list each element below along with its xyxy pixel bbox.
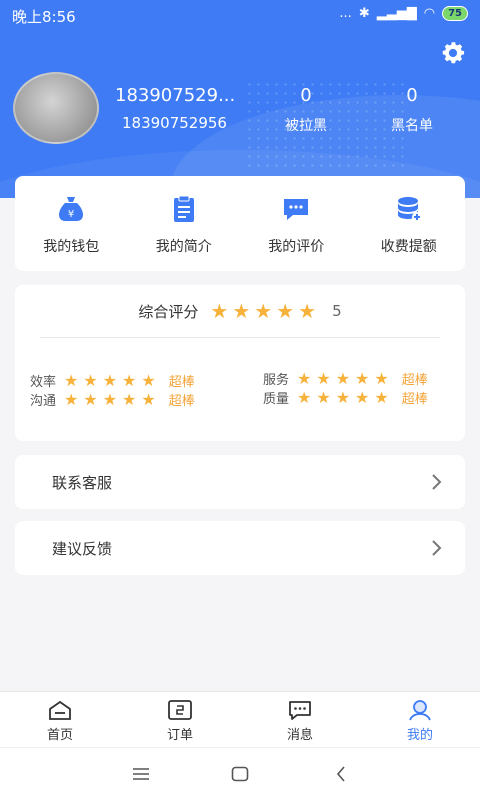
svg-text:¥: ¥ (68, 209, 74, 220)
battery-icon: 75 (442, 6, 468, 21)
rating-item-value: 超棒 (168, 394, 195, 409)
home-square-icon[interactable] (231, 766, 249, 782)
stat-value: 0 (406, 85, 418, 106)
avatar[interactable] (13, 72, 99, 144)
more-dots-icon: ... (339, 6, 352, 21)
overall-rating-score: 5 (332, 302, 342, 320)
comment-icon (284, 199, 309, 220)
rating-stars-icon: ★★★★★ (64, 371, 161, 390)
rating-item-label: 沟通 (30, 394, 57, 409)
tab-label: 首页 (46, 728, 73, 743)
rating-item-value: 超棒 (168, 375, 195, 390)
stat-blacklist[interactable]: 0 黑名单 (372, 85, 452, 135)
stat-value: 0 (300, 85, 312, 106)
status-icons: ... ✱ ▂▃▅▇ ◠ 75 (339, 6, 468, 21)
link-label: 联系客服 (52, 473, 113, 492)
rating-stars-icon: ★★★★★ (64, 390, 161, 409)
stat-blocked-by[interactable]: 0 被拉黑 (266, 85, 346, 135)
tab-messages[interactable]: 消息 (240, 692, 360, 747)
rating-item-value: 超棒 (401, 392, 428, 407)
feedback-link[interactable]: 建议反馈 (15, 521, 465, 575)
rating-item-label: 服务 (263, 373, 290, 388)
tab-orders[interactable]: 订单 (120, 692, 240, 747)
user-icon (409, 700, 431, 721)
rating-item-label: 质量 (263, 392, 290, 407)
stat-label: 黑名单 (391, 118, 433, 134)
tab-mine[interactable]: 我的 (360, 692, 480, 747)
status-bar: 晚上8:56 ... ✱ ▂▃▅▇ ◠ 75 (0, 0, 480, 30)
stat-label: 被拉黑 (285, 118, 327, 134)
tab-label: 我的 (406, 728, 433, 743)
quick-menu-card: ¥ 我的钱包 我的简介 我的评价 收费提额 (15, 176, 465, 271)
message-icon (289, 701, 311, 720)
rating-item-efficiency: 效率 ★★★★★ 超棒 (30, 371, 195, 390)
rating-item-quality: 质量 ★★★★★ 超棒 (263, 388, 428, 407)
tab-home[interactable]: 首页 (0, 692, 120, 747)
system-nav-bar (0, 747, 480, 800)
rating-card: 综合评分 ★★★★★ 5 效率 ★★★★★ 超棒 沟通 ★★★★★ 超棒 服务 … (15, 285, 465, 441)
signal-icon: ▂▃▅▇ (376, 6, 417, 21)
back-icon[interactable] (335, 766, 347, 782)
divider (40, 337, 440, 338)
bottom-tab-bar: 首页 订单 消息 我的 (0, 691, 480, 747)
home-icon (49, 700, 71, 720)
overall-rating-title: 综合评分 (138, 302, 199, 321)
menu-item-wallet[interactable]: ¥ 我的钱包 (15, 176, 128, 271)
menu-item-profile[interactable]: 我的简介 (128, 176, 241, 271)
wallet-icon: ¥ (59, 197, 84, 221)
wifi-icon: ◠ (423, 6, 436, 21)
rating-item-label: 效率 (30, 375, 57, 390)
status-time: 晚上8:56 (12, 8, 76, 26)
contact-support-link[interactable]: 联系客服 (15, 455, 465, 509)
menu-item-label: 我的简介 (155, 239, 212, 255)
profile-doc-icon (173, 195, 194, 222)
menu-item-fee-raise[interactable]: 收费提额 (353, 176, 466, 271)
rating-stars-icon: ★★★★★ (297, 369, 394, 388)
menu-lines-icon[interactable] (132, 767, 150, 781)
rating-item-service: 服务 ★★★★★ 超棒 (263, 369, 428, 388)
tab-label: 消息 (286, 728, 313, 743)
rating-item-communication: 沟通 ★★★★★ 超棒 (30, 390, 195, 409)
menu-item-reviews[interactable]: 我的评价 (240, 176, 353, 271)
profile-phone: 18390752956 (122, 114, 227, 132)
overall-stars-icon: ★★★★★ (210, 299, 321, 323)
menu-item-label: 我的钱包 (43, 239, 100, 255)
rating-item-value: 超棒 (401, 373, 428, 388)
coins-add-icon (397, 197, 422, 222)
chevron-right-icon (432, 474, 442, 490)
menu-item-label: 收费提额 (380, 239, 437, 255)
bluetooth-icon: ✱ (358, 6, 370, 21)
menu-item-label: 我的评价 (268, 239, 325, 255)
order-icon (168, 700, 192, 720)
chevron-right-icon (432, 540, 442, 556)
tab-label: 订单 (166, 728, 193, 743)
rating-stars-icon: ★★★★★ (297, 388, 394, 407)
profile-name: 183907529... (115, 85, 236, 106)
link-label: 建议反馈 (52, 539, 113, 558)
settings-gear-icon[interactable] (439, 39, 467, 67)
overall-rating-row: 综合评分 ★★★★★ 5 (15, 299, 465, 323)
